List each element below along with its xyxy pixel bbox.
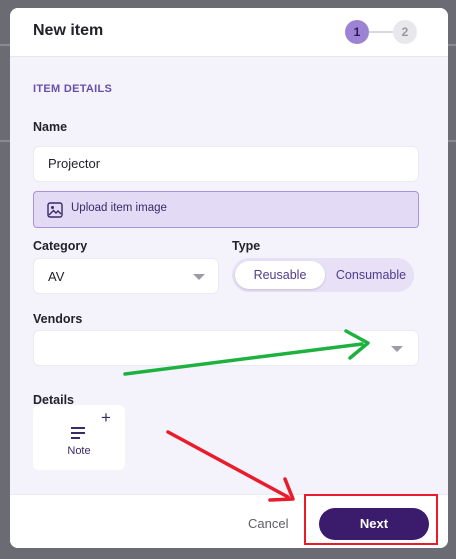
section-heading: ITEM DETAILS bbox=[33, 83, 113, 95]
vendors-select[interactable] bbox=[33, 330, 419, 366]
type-label: Type bbox=[232, 239, 261, 253]
note-lines-icon bbox=[71, 427, 85, 439]
vendors-label: Vendors bbox=[33, 312, 83, 326]
upload-image-button[interactable]: Upload item image bbox=[33, 191, 419, 228]
category-label: Category bbox=[33, 239, 88, 253]
next-button-highlight bbox=[304, 494, 438, 545]
type-option-consumable[interactable]: Consumable bbox=[328, 261, 414, 289]
note-label: Note bbox=[67, 445, 91, 457]
note-card[interactable]: + Note bbox=[33, 405, 125, 470]
chevron-down-icon bbox=[391, 346, 403, 352]
stepper-connector bbox=[369, 31, 393, 33]
type-option-reusable[interactable]: Reusable bbox=[235, 261, 325, 289]
name-label: Name bbox=[33, 120, 68, 134]
stepper: 1 2 bbox=[345, 20, 417, 44]
step-2-indicator: 2 bbox=[393, 20, 417, 44]
category-value: AV bbox=[48, 269, 65, 284]
dialog-header: New item 1 2 bbox=[10, 8, 448, 57]
step-1-indicator: 1 bbox=[345, 20, 369, 44]
plus-icon[interactable]: + bbox=[101, 408, 111, 428]
type-toggle: Reusable Consumable bbox=[232, 258, 414, 292]
cancel-button[interactable]: Cancel bbox=[248, 516, 288, 531]
dialog-body: ITEM DETAILS Name Projector Upload item … bbox=[10, 57, 448, 494]
new-item-dialog: New item 1 2 ITEM DETAILS Name Projector… bbox=[10, 8, 448, 548]
name-input[interactable]: Projector bbox=[33, 146, 419, 182]
category-select[interactable]: AV bbox=[33, 258, 219, 294]
upload-image-label: Upload item image bbox=[71, 202, 167, 214]
dialog-title: New item bbox=[33, 22, 104, 39]
image-icon bbox=[47, 202, 63, 218]
chevron-down-icon bbox=[193, 274, 205, 280]
